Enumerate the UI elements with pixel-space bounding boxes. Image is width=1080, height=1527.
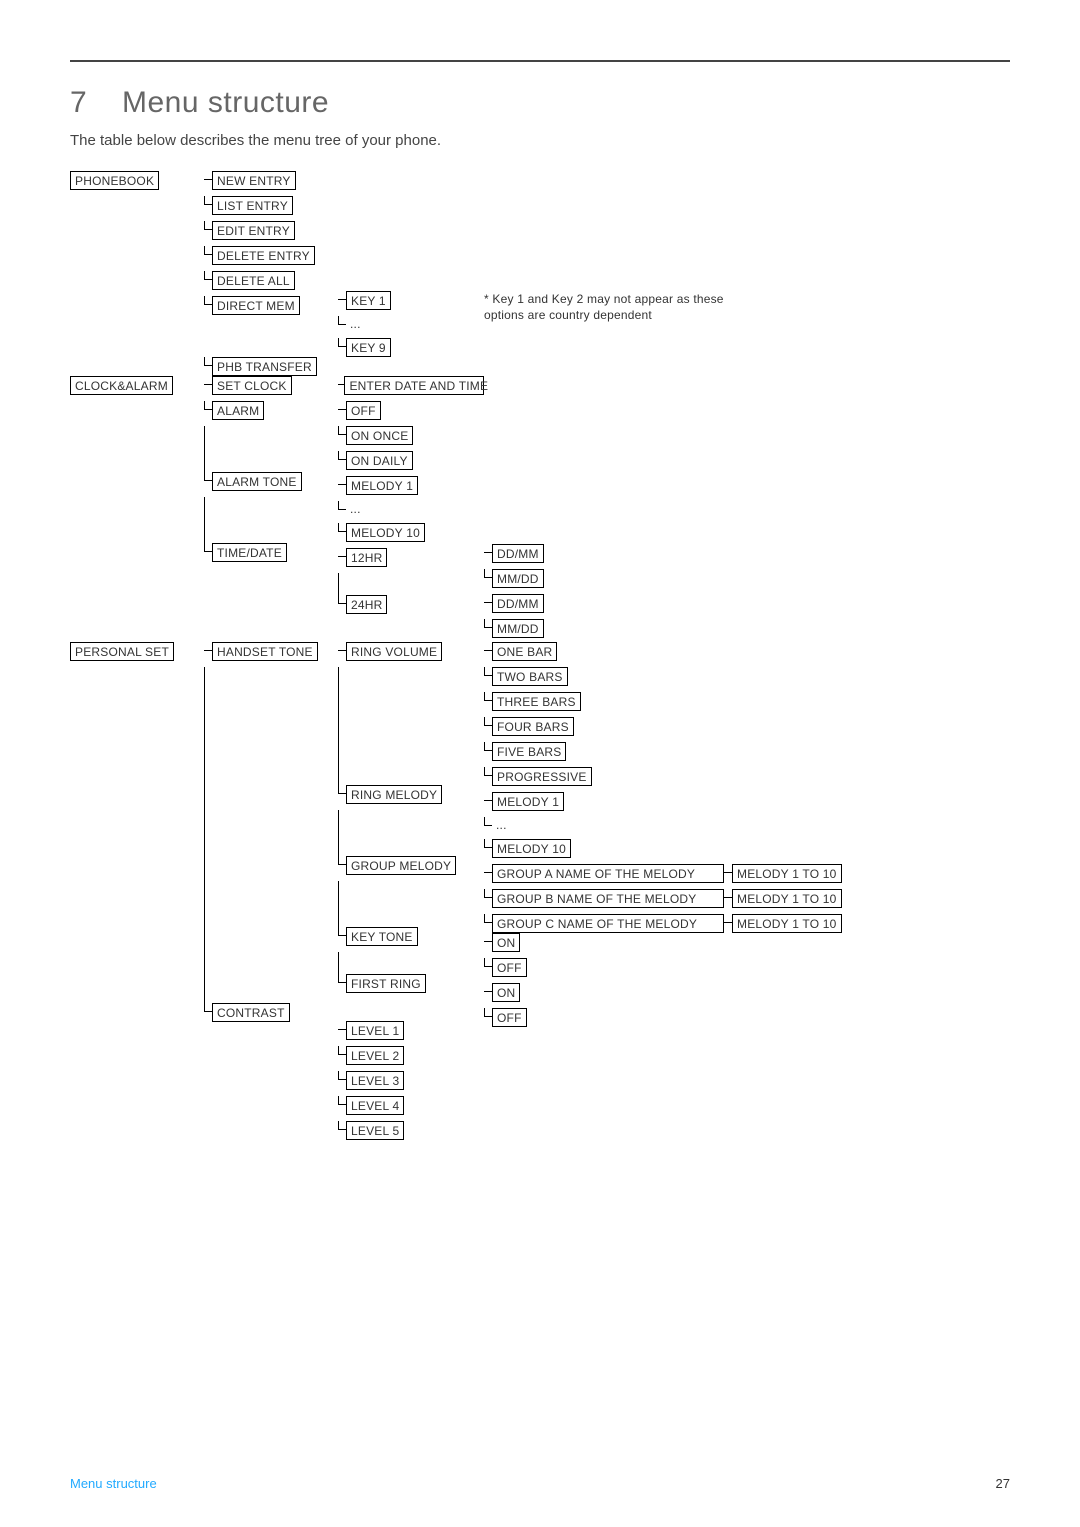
menu-first-ring-on: ON [492,983,520,1002]
menu-rm-melody-10: MELODY 10 [492,839,571,858]
menu-level-2: LEVEL 2 [346,1046,404,1065]
menu-key-tone-off: OFF [492,958,527,977]
footer-section: Menu structure [70,1476,157,1491]
menu-group-b: GROUP B NAME OF THE MELODY [492,889,724,908]
menu-list-entry: LIST ENTRY [212,196,293,215]
menu-12hr: 12HR [346,548,387,567]
menu-group-b-range: MELODY 1 TO 10 [732,889,842,908]
footnote-key-options: * Key 1 and Key 2 may not appear as thes… [484,291,736,323]
page-title: 7Menu structure [70,86,1010,120]
menu-alarm: ALARM [212,401,264,420]
menu-key-tone: KEY TONE [346,927,418,946]
menu-time-date: TIME/DATE [212,543,287,562]
menu-five-bars: FIVE BARS [492,742,566,761]
menu-delete-all: DELETE ALL [212,271,295,290]
menu-group-a: GROUP A NAME OF THE MELODY [492,864,724,883]
menu-alarm-on-once: ON ONCE [346,426,413,445]
menu-personal-set: PERSONAL SET [70,642,174,661]
menu-direct-mem: DIRECT MEM [212,296,300,315]
page-footer: Menu structure 27 [70,1476,1010,1491]
menu-melody-10: MELODY 10 [346,523,425,542]
menu-level-4: LEVEL 4 [346,1096,404,1115]
menu-four-bars: FOUR BARS [492,717,574,736]
menu-alarm-on-daily: ON DAILY [346,451,413,470]
menu-edit-entry: EDIT ENTRY [212,221,295,240]
top-rule [70,60,1010,62]
intro-text: The table below describes the menu tree … [70,132,1010,149]
menu-melody-dots: ... [346,501,365,517]
menu-group-c-range: MELODY 1 TO 10 [732,914,842,933]
menu-first-ring-off: OFF [492,1008,527,1027]
menu-two-bars: TWO BARS [492,667,568,686]
menu-key-dots: ... [346,316,365,332]
menu-first-ring: FIRST RING [346,974,426,993]
menu-enter-date-time: ENTER DATE AND TIME [344,376,484,395]
menu-delete-entry: DELETE ENTRY [212,246,315,265]
menu-level-3: LEVEL 3 [346,1071,404,1090]
section-title: Menu structure [122,86,329,119]
menu-new-entry: NEW ENTRY [212,171,296,190]
menu-24hr: 24HR [346,595,387,614]
menu-group-a-range: MELODY 1 TO 10 [732,864,842,883]
menu-key-1: KEY 1 [346,291,391,310]
footer-page-number: 27 [996,1476,1010,1491]
menu-three-bars: THREE BARS [492,692,581,711]
menu-clock-alarm: CLOCK&ALARM [70,376,173,395]
menu-rm-melody-1: MELODY 1 [492,792,564,811]
menu-alarm-off: OFF [346,401,381,420]
menu-handset-tone: HANDSET TONE [212,642,318,661]
menu-24hr-mmdd: MM/DD [492,619,544,638]
menu-rm-dots: ... [492,817,511,833]
menu-12hr-ddmm: DD/MM [492,544,544,563]
menu-progressive: PROGRESSIVE [492,767,592,786]
menu-group-melody: GROUP MELODY [346,856,456,875]
menu-alarm-tone: ALARM TONE [212,472,302,491]
menu-12hr-mmdd: MM/DD [492,569,544,588]
menu-group-c: GROUP C NAME OF THE MELODY [492,914,724,933]
menu-24hr-ddmm: DD/MM [492,594,544,613]
menu-key-tone-on: ON [492,933,520,952]
menu-key-9: KEY 9 [346,338,391,357]
menu-level-1: LEVEL 1 [346,1021,404,1040]
menu-one-bar: ONE BAR [492,642,557,661]
menu-melody-1: MELODY 1 [346,476,418,495]
menu-phonebook: PHONEBOOK [70,171,159,190]
menu-contrast: CONTRAST [212,1003,290,1022]
menu-ring-melody: RING MELODY [346,785,442,804]
menu-tree: PHONEBOOK NEW ENTRY LIST ENTRY EDIT ENTR… [70,171,1010,1140]
section-number: 7 [70,86,122,120]
menu-ring-volume: RING VOLUME [346,642,442,661]
menu-set-clock: SET CLOCK [212,376,292,395]
menu-level-5: LEVEL 5 [346,1121,404,1140]
menu-phb-transfer: PHB TRANSFER [212,357,317,376]
